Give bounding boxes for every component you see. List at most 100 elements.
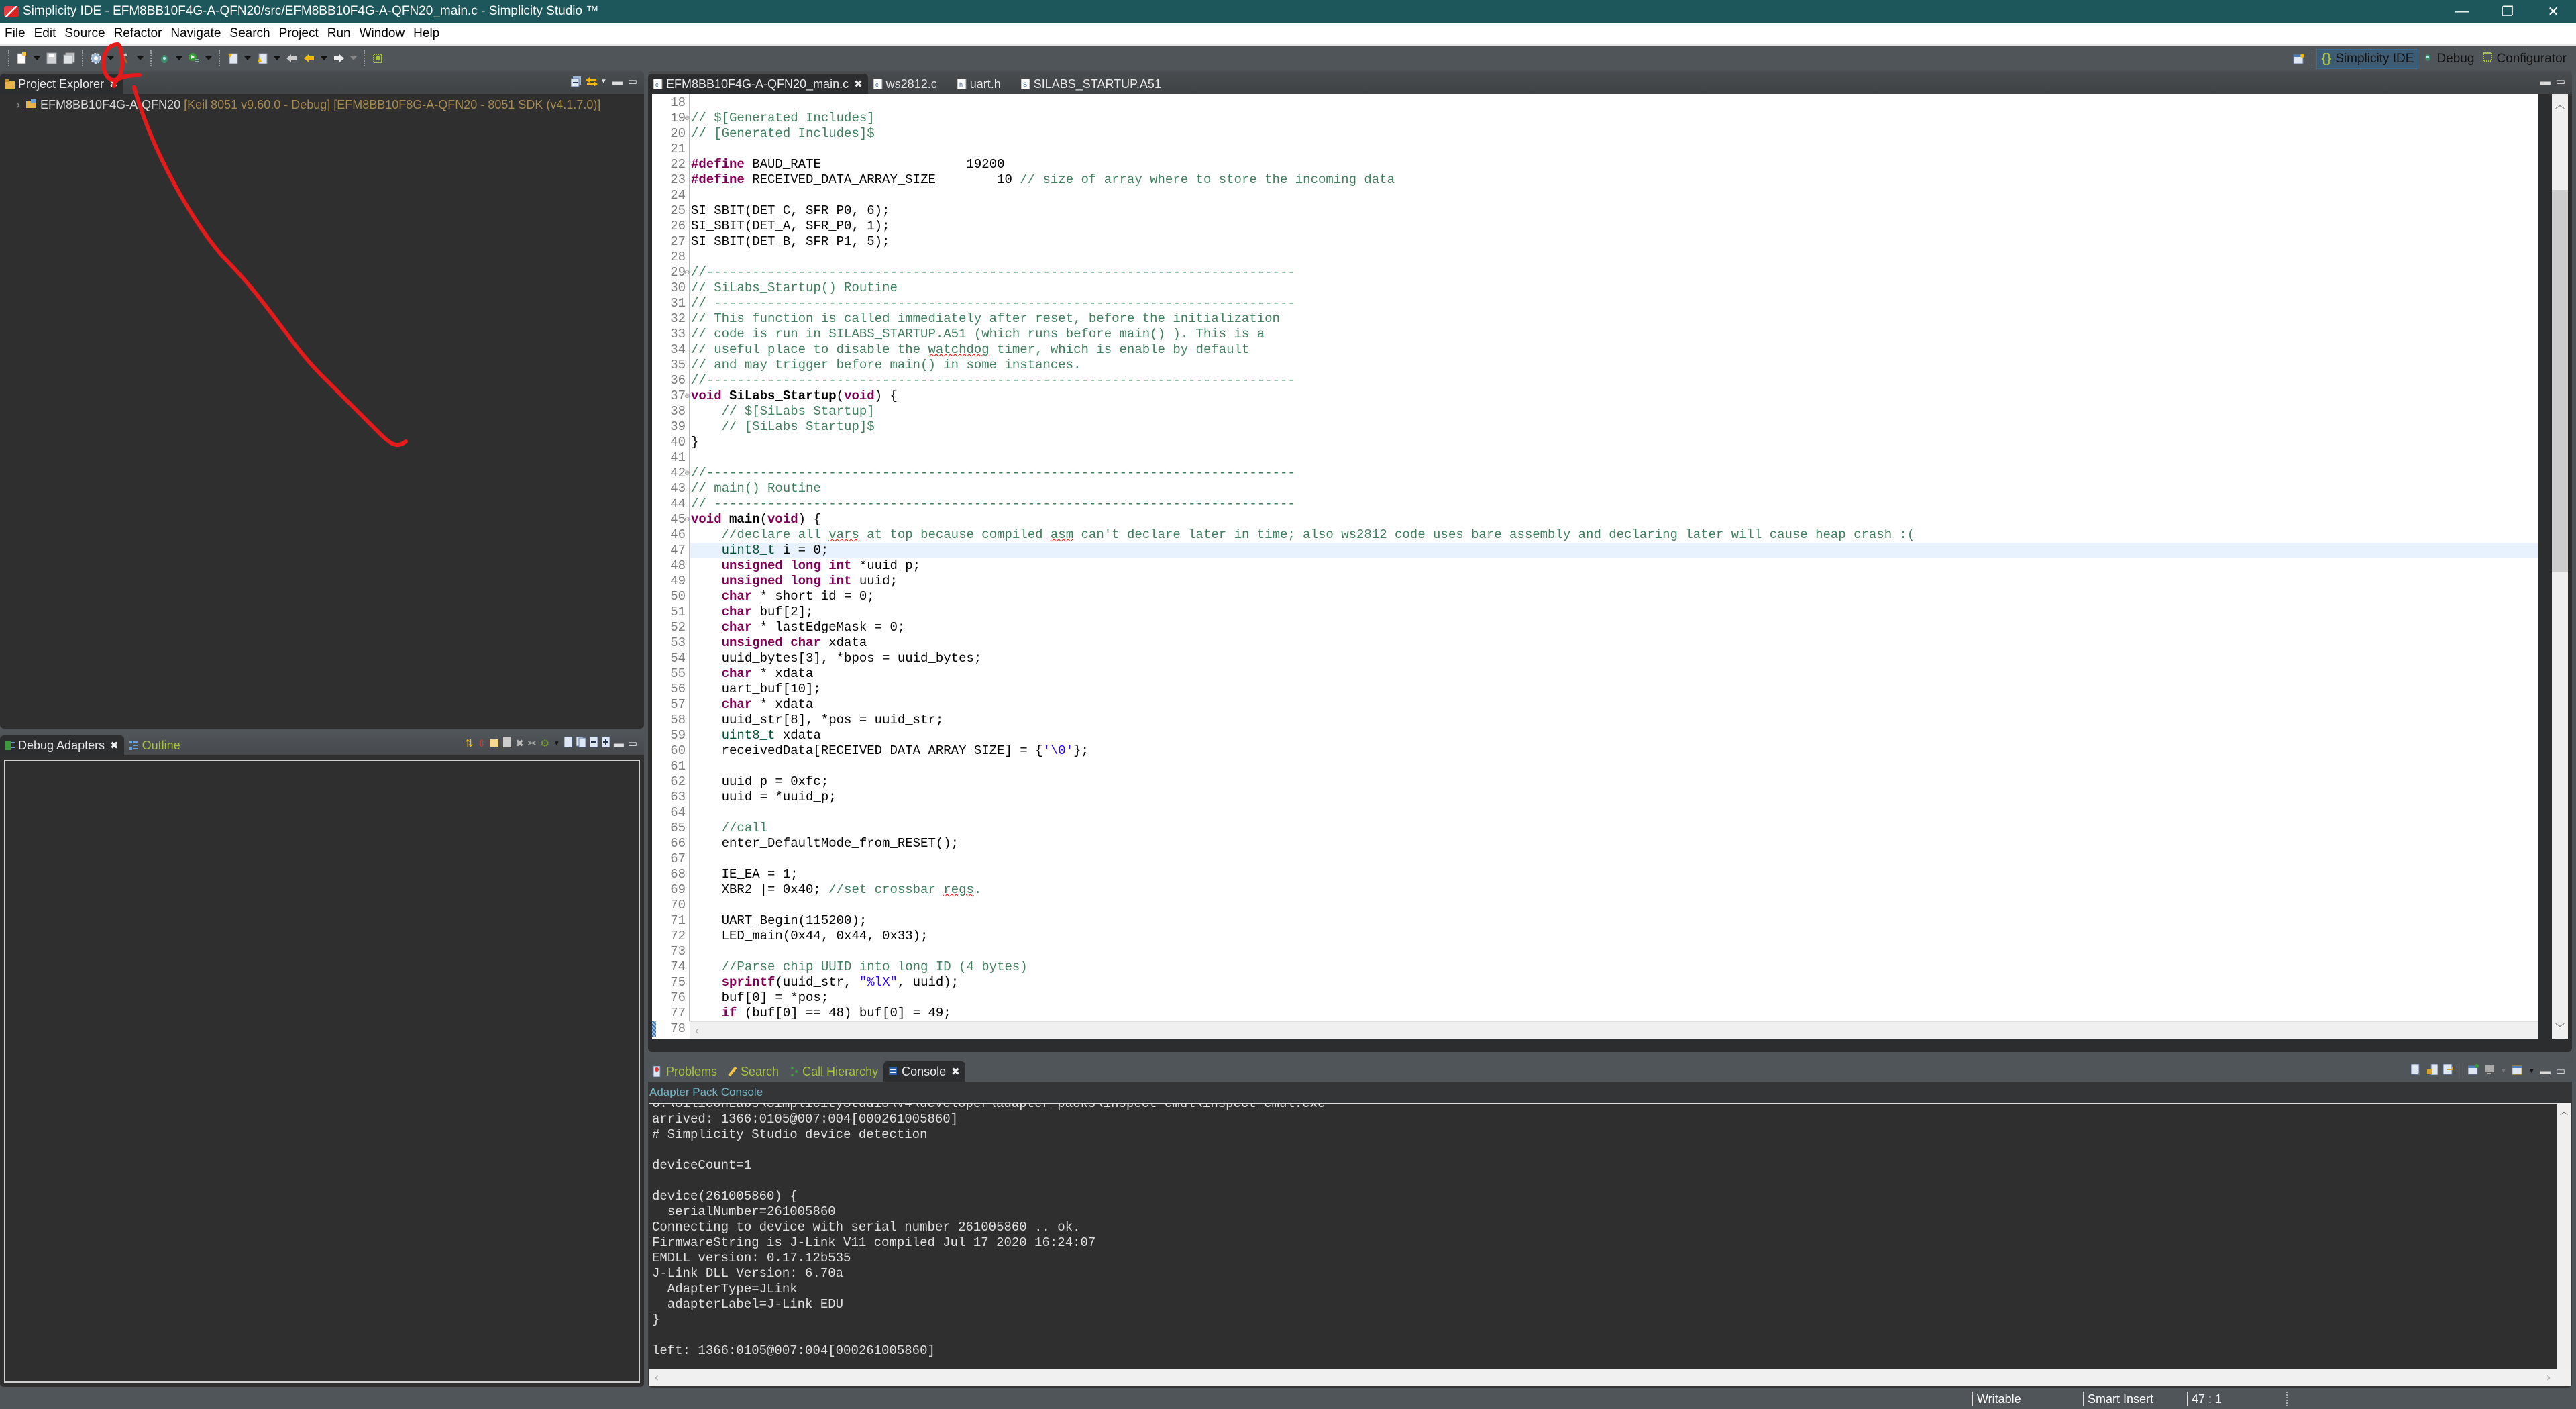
code-line-current[interactable]: uint8_t i = 0; [690,543,2538,558]
code-line[interactable]: uuid_str[8], *pos = uuid_str; [690,713,2538,728]
code-line[interactable]: #define BAUD_RATE 19200 [690,157,2538,172]
code-line[interactable]: // [SiLabs Startup]$ [690,419,2538,435]
open-console-icon[interactable] [2512,1064,2523,1078]
scroll-left-icon[interactable]: ‹ [655,1371,659,1384]
code-line[interactable]: char * xdata [690,697,2538,713]
menu-navigate[interactable]: Navigate [166,26,225,41]
word-wrap-icon[interactable] [2443,1063,2454,1078]
code-line[interactable] [690,250,2538,265]
code-line[interactable]: void main(void) { [690,512,2538,527]
cut-icon[interactable]: ✂ [528,737,537,749]
maximize-editor-icon[interactable]: ▭ [2556,75,2565,87]
code-line[interactable] [690,142,2538,157]
minimize-button[interactable]: — [2439,0,2485,23]
tab-project-explorer[interactable]: Project Explorer ✖ [0,74,123,94]
expand-all-icon[interactable] [601,736,610,750]
code-line[interactable]: #define RECEIVED_DATA_ARRAY_SIZE 10 // s… [690,172,2538,188]
debug-bug-icon[interactable] [158,52,171,65]
code-line[interactable]: //--------------------------------------… [690,373,2538,388]
menu-run[interactable]: Run [323,26,355,41]
fold-toggle-icon[interactable]: ⊖ [684,115,690,122]
forward-dropdown-icon[interactable] [350,56,357,60]
menu-project[interactable]: Project [274,26,323,41]
save-all-icon[interactable] [62,52,76,65]
perspective-configurator[interactable]: Configurator [2478,49,2571,69]
new-dropdown-icon[interactable] [34,56,40,60]
code-line[interactable]: // -------------------------------------… [690,296,2538,311]
open-perspective-icon[interactable] [2292,52,2306,66]
close-tab-icon[interactable]: ✖ [109,78,118,90]
last-edit-icon[interactable] [285,52,299,65]
code-line[interactable]: // code is run in SILABS_STARTUP.A51 (wh… [690,327,2538,342]
link-with-editor-icon[interactable] [585,76,598,87]
maximize-view-icon[interactable]: ▭ [2556,1065,2565,1077]
editor-tab-uart-h[interactable]: h uart.h [952,74,1006,94]
code-text-area[interactable]: // $[Generated Includes]// [Generated In… [690,94,2538,1021]
scroll-down-icon[interactable]: ﹀ [2552,1021,2568,1035]
editor-tab-ws2812-c[interactable]: c ws2812.c [868,74,943,94]
tree-item-project[interactable]: › EFM8BB10F4G-A-QFN20 [Keil 8051 v9.60.0… [16,98,644,112]
menu-help[interactable]: Help [409,26,443,41]
menu-file[interactable]: File [0,26,30,41]
display-console-icon[interactable] [2484,1064,2495,1078]
view-menu-icon[interactable]: ▼ [600,78,607,85]
debug-dropdown-icon[interactable] [176,56,182,60]
close-tab-icon[interactable]: ✖ [854,78,863,90]
run-icon[interactable] [187,52,201,65]
fold-toggle-icon[interactable]: ⊖ [684,269,690,276]
previous-annotation-dropdown-icon[interactable] [274,56,280,60]
code-line[interactable]: //Parse chip UUID into long ID (4 bytes) [690,959,2538,975]
fold-toggle-icon[interactable]: ⊖ [684,470,690,477]
code-line[interactable]: if (buf[0] == 48) buf[0] = 49; [690,1006,2538,1021]
code-line[interactable]: // SiLabs_Startup() Routine [690,280,2538,296]
new-adapter-icon[interactable] [490,737,499,749]
close-tab-icon[interactable]: ✖ [110,739,119,751]
minimize-view-icon[interactable]: ▬ [612,76,623,87]
collapse-all-icon[interactable] [589,736,598,750]
code-line[interactable]: char * lastEdgeMask = 0; [690,620,2538,635]
edit-icon[interactable] [503,737,512,750]
fold-toggle-icon[interactable]: ⊖ [684,516,690,523]
code-line[interactable]: //call [690,821,2538,836]
code-line[interactable]: unsigned char xdata [690,635,2538,651]
code-line[interactable]: // -------------------------------------… [690,497,2538,512]
minimize-view-icon[interactable]: ▬ [2540,1065,2551,1077]
code-line[interactable]: SI_SBIT(DET_C, SFR_P0, 6); [690,203,2538,219]
scrollbar-thumb[interactable] [2552,190,2568,572]
scroll-up-icon[interactable]: ︿ [2552,98,2568,111]
disconnect-icon[interactable]: ⇳ [478,737,486,749]
code-line[interactable]: char * short_id = 0; [690,589,2538,605]
build-hammer-icon[interactable] [119,52,132,65]
code-line[interactable]: XBR2 |= 0x40; //set crossbar regs. [690,882,2538,898]
code-line[interactable]: enter_DefaultMode_from_RESET(); [690,836,2538,851]
code-line[interactable]: buf[0] = *pos; [690,990,2538,1006]
close-tab-icon[interactable]: ✖ [951,1065,960,1078]
code-line[interactable]: char * xdata [690,666,2538,682]
console-horizontal-scrollbar[interactable]: ‹ › [649,1369,2571,1386]
fold-toggle-icon[interactable]: ⊖ [684,393,690,400]
save-icon[interactable] [45,52,58,65]
editor-tab-silabs-startup[interactable]: S SILABS_STARTUP.A51 [1016,74,1167,94]
open-console-dropdown-icon[interactable]: ▼ [2528,1067,2535,1075]
detail-view-icon[interactable] [576,736,586,750]
scroll-right-icon[interactable]: › [2546,1369,2551,1386]
code-line[interactable] [690,759,2538,774]
code-line[interactable]: uuid_p = 0xfc; [690,774,2538,790]
code-line[interactable]: uint8_t xdata [690,728,2538,743]
minimize-editor-icon[interactable]: ▬ [2540,76,2551,87]
debug-adapters-list[interactable] [4,760,640,1383]
settings-gear-icon[interactable]: ⚙ [540,737,549,749]
forward-icon[interactable] [332,52,345,65]
tab-search[interactable]: Search [722,1061,784,1082]
list-view-icon[interactable] [564,736,573,750]
scroll-left-icon[interactable]: ‹ [695,1024,699,1037]
view-menu-icon[interactable]: ▼ [553,740,560,747]
code-editor[interactable]: 18 19 ⊖ 20 21 22 23 24 25 26 27 28 29 ⊖ 30 31 32 33 34 35 36… [652,94,2538,1039]
editor-horizontal-scrollbar[interactable]: ‹ [690,1021,2538,1039]
maximize-view-icon[interactable]: ▭ [628,75,637,87]
code-line[interactable]: unsigned long int uuid; [690,574,2538,589]
run-dropdown-icon[interactable] [205,56,212,60]
previous-annotation-icon[interactable] [256,52,269,65]
code-line[interactable]: UART_Begin(115200); [690,913,2538,929]
delete-icon[interactable]: ✖ [515,737,524,749]
